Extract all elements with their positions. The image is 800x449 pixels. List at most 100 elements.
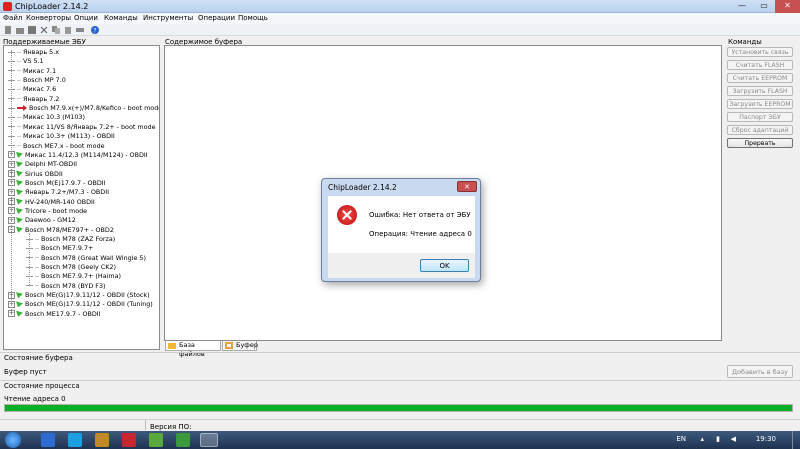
add-to-base-button[interactable]: Добавить в базу — [727, 365, 793, 378]
tree-item[interactable]: + Январь 7.2+/M7.3 - OBDII — [8, 188, 109, 197]
tree-item[interactable]: Январь 5.х — [8, 48, 59, 57]
tree-item[interactable]: Январь 7.2 — [8, 95, 59, 104]
tree-item[interactable]: + Микас 11.4/12.3 (M114/M124) - OBDII — [8, 151, 148, 160]
connect-button[interactable]: Установить связь — [727, 47, 793, 57]
tree-item-label: VS 5.1 — [23, 57, 44, 66]
dialog-body: Ошибка: Нет ответа от ЭБУ Операция: Чтен… — [328, 196, 475, 253]
tab-buffer[interactable]: Буфер — [222, 341, 258, 351]
media-player-icon[interactable] — [95, 433, 109, 447]
utility-icon[interactable] — [149, 433, 163, 447]
tree-item[interactable]: Bosch ME7.9.7+ (Haima) — [26, 272, 121, 281]
green-flag-icon — [16, 301, 23, 308]
tree-item[interactable]: Микас 7.6 — [8, 85, 56, 94]
tree-item[interactable]: Bosch ME7.x - boot mode — [8, 142, 105, 151]
dialog-footer: OK — [328, 253, 475, 278]
start-button-icon[interactable] — [5, 432, 21, 448]
tree-item[interactable]: Bosch MP 7.0 — [8, 76, 66, 85]
tree-item[interactable]: + Bosch ME(G)17.9.11/12 - OBDII (Tuning) — [8, 300, 153, 309]
clock[interactable]: 19:30 — [756, 435, 776, 443]
tree-item[interactable]: Микас 10.3+ (M113) - OBDII — [8, 132, 115, 141]
tree-item[interactable]: + Bosch ME(G)17.9.11/12 - OBDII (Stock) — [8, 291, 150, 300]
tree-item-label: Микас 11.4/12.3 (M114/M124) - OBDII — [25, 150, 148, 159]
leaf-node-icon — [17, 88, 21, 90]
menu-help[interactable]: Помощь — [238, 14, 268, 22]
tree-item[interactable]: Bosch ME7.9.7+ — [26, 244, 93, 253]
tree-item-label: Bosch M7.9.x(+)/M7.8/Kefico - boot mode — [29, 104, 160, 113]
ecu-tree[interactable]: Январь 5.х VS 5.1 Микас 7.1 Bosch MP 7.0 Мик… — [3, 45, 160, 350]
write-eeprom-button[interactable]: Загрузить EEPROM — [727, 99, 793, 109]
tree-connector — [26, 285, 33, 287]
reset-adaptations-button[interactable]: Сброс адаптаций — [727, 125, 793, 135]
folder-icon — [168, 343, 176, 349]
paste-icon[interactable] — [64, 26, 72, 34]
close-window-button[interactable]: ✕ — [775, 0, 800, 13]
tree-item[interactable]: + HV-240/MR-140 OBDII — [8, 198, 95, 207]
leaf-node-icon — [35, 275, 39, 277]
cut-icon[interactable] — [40, 26, 48, 34]
help-icon[interactable]: ? — [91, 26, 99, 34]
tree-item[interactable]: Bosch M78 (Great Wall Wingle 5) — [26, 254, 146, 263]
tree-item[interactable]: Bosch M78 (Geely CK2) — [26, 263, 116, 272]
tree-item[interactable]: + Delphi MT-OBDII — [8, 160, 77, 169]
tree-item[interactable]: Микас 10.3 (M10З) — [8, 113, 85, 122]
copy-icon[interactable] — [52, 26, 60, 34]
tree-item[interactable]: Микас 7.1 — [8, 67, 56, 76]
menu-operations[interactable]: Операции — [198, 14, 235, 22]
chiploader-taskbar-icon[interactable] — [200, 433, 218, 447]
language-indicator[interactable]: EN — [676, 435, 686, 443]
new-file-icon[interactable] — [4, 26, 12, 34]
write-flash-button[interactable]: Загрузить FLASH — [727, 86, 793, 96]
print-icon[interactable] — [76, 26, 84, 34]
menu-tools[interactable]: Инструменты — [143, 14, 193, 22]
green-flag-icon — [16, 217, 23, 224]
tree-item-label: Микас 10.3 (M10З) — [23, 113, 85, 122]
network-icon[interactable]: ▮ — [716, 435, 720, 443]
menu-commands[interactable]: Команды — [104, 14, 138, 22]
leaf-node-icon — [35, 266, 39, 268]
tree-item[interactable]: + Tricore - boot mode — [8, 207, 87, 216]
read-flash-button[interactable]: Считать FLASH — [727, 60, 793, 70]
save-icon[interactable] — [28, 26, 36, 34]
tree-item-label: Январь 7.2 — [23, 94, 60, 103]
show-desktop-button[interactable] — [792, 431, 800, 449]
ok-button[interactable]: OK — [420, 259, 469, 272]
menu-converters[interactable]: Конверторы — [26, 14, 71, 22]
tree-item[interactable]: + Daewoo - GM12 — [8, 216, 76, 225]
window-titlebar: ChipLoader 2.14.2 — ▭ ✕ — [0, 0, 800, 13]
tab-file-base[interactable]: База файлов — [165, 341, 221, 358]
tree-item[interactable]: Bosch M78 (ZAZ Forza) — [26, 235, 115, 244]
tree-item[interactable]: + Bosch ME17.9.7 - OBDII — [8, 310, 101, 319]
buffer-state-label: Состояние буфера — [4, 354, 73, 362]
green-flag-icon — [16, 189, 23, 196]
tree-item-label: Bosch ME7.x - boot mode — [23, 141, 105, 150]
tree-item-label: HV-240/MR-140 OBDII — [25, 197, 95, 206]
tree-item[interactable]: VS 5.1 — [8, 57, 44, 66]
tree-item[interactable]: + Sirius OBDII — [8, 170, 63, 179]
maximize-button[interactable]: ▭ — [753, 0, 775, 13]
volume-icon[interactable]: ◀ — [731, 435, 736, 443]
open-file-icon[interactable] — [16, 26, 24, 34]
menu-options[interactable]: Опции — [74, 14, 98, 22]
tree-item-label: Bosch M78/ME797+ - OBD2 — [25, 225, 114, 234]
leaf-node-icon — [17, 98, 21, 100]
read-eeprom-button[interactable]: Считать EEPROM — [727, 73, 793, 83]
skype-icon[interactable] — [68, 433, 82, 447]
menu-file[interactable]: Файл — [3, 14, 22, 22]
dialog-close-button[interactable]: ✕ — [457, 181, 477, 192]
tree-item[interactable]: + Bosch M(E)17.9.7 - OBDII — [8, 179, 106, 188]
tree-item[interactable]: Bosch M78 (BYD F3) — [26, 282, 106, 291]
editor-icon[interactable] — [176, 433, 190, 447]
abort-button[interactable]: Прервать — [727, 138, 793, 148]
tree-item[interactable]: Bosch M7.9.x(+)/M7.8/Kefico - boot mode — [8, 104, 160, 113]
minimize-button[interactable]: — — [731, 0, 753, 13]
green-flag-icon — [16, 170, 23, 177]
leaf-node-icon — [17, 79, 21, 81]
leaf-node-icon — [35, 247, 39, 249]
tree-item-label: Bosch ME17.9.7 - OBDII — [25, 309, 101, 318]
tray-arrow-icon[interactable]: ▴ — [700, 435, 704, 443]
ecu-passport-button[interactable]: Паспорт ЭБУ — [727, 112, 793, 122]
bluetooth-icon[interactable] — [41, 433, 55, 447]
app-taskbar-icon[interactable] — [122, 433, 136, 447]
tree-item[interactable]: − Bosch M78/ME797+ - OBD2 — [8, 226, 114, 235]
tree-item[interactable]: Микас 11/VS 8/Январь 7.2+ - boot mode — [8, 123, 156, 132]
